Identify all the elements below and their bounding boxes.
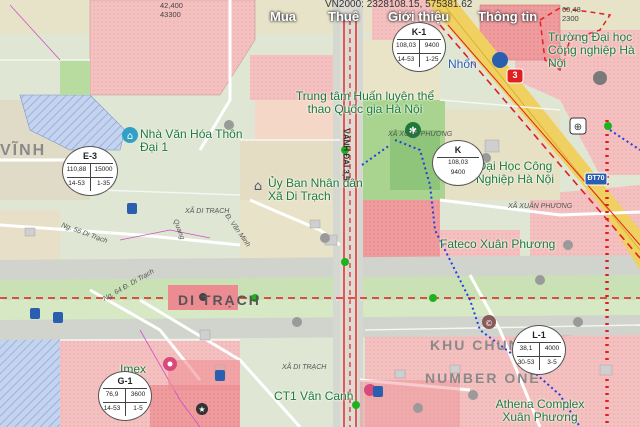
label-fateco[interactable]: Fateco Xuân Phương bbox=[440, 238, 555, 251]
svg-text:★: ★ bbox=[198, 405, 205, 414]
plot-population: 9400 bbox=[450, 169, 466, 176]
top-navigation: Mua Thuê Giới thiệu Thông tin bbox=[0, 0, 640, 34]
plot-label-g-1[interactable]: G-1 76,9 3600 14-53 1-5 bbox=[98, 371, 152, 421]
plot-population: 4000 bbox=[544, 345, 560, 352]
plot-ratio: 1-25 bbox=[425, 56, 439, 63]
plot-label-k[interactable]: K 108,03 9400 bbox=[432, 140, 484, 186]
nav-mua[interactable]: Mua bbox=[270, 9, 296, 24]
ring-road-highlight bbox=[340, 0, 358, 427]
building-icon[interactable]: ⌂ bbox=[122, 127, 138, 143]
plot-id: K-1 bbox=[411, 27, 427, 37]
label-ward-1: XÃ XUÂN PHƯƠNG bbox=[388, 131, 453, 138]
label-xa-di-trach-1: XÃ DI TRẠCH bbox=[185, 208, 230, 215]
plot-height: 14-53 bbox=[103, 405, 121, 412]
svg-text:⌂: ⌂ bbox=[127, 131, 133, 142]
nav-thue[interactable]: Thuê bbox=[328, 9, 359, 24]
label-vinh: VĨNH bbox=[0, 142, 47, 159]
svg-text:©: © bbox=[485, 319, 493, 328]
plot-population: 3600 bbox=[130, 391, 146, 398]
plot-id: L-1 bbox=[532, 330, 546, 340]
label-nhon[interactable]: Nhổn bbox=[448, 58, 477, 71]
plot-area: 38,1 bbox=[519, 345, 533, 352]
corner-label-top-left: 42,400 43300 bbox=[160, 1, 183, 19]
corner-label-line: 2300 bbox=[562, 14, 579, 23]
building-icon[interactable]: ⌂ bbox=[254, 179, 262, 194]
plot-ratio: 3-5 bbox=[547, 359, 557, 366]
corner-label-line: 60,48 bbox=[562, 5, 581, 14]
school-icon[interactable] bbox=[593, 71, 607, 85]
corner-label-top-right: 60,48 2300 bbox=[562, 5, 581, 23]
svg-text:⊕: ⊕ bbox=[574, 122, 582, 133]
coordinate-readout: VN2000: 2328108.15, 575381.62 bbox=[325, 0, 473, 10]
label-training-center[interactable]: Trung tâm Huấn luyện thể thao Quốc gia H… bbox=[290, 90, 440, 116]
plot-height: 14-53 bbox=[397, 56, 415, 63]
plot-height: 30-53 bbox=[517, 359, 535, 366]
plot-area: 108,03 bbox=[448, 159, 468, 166]
plot-ratio: 1-35 bbox=[96, 180, 110, 187]
label-university-top[interactable]: Trường Đại học Công nghiệp Hà Nội bbox=[548, 31, 640, 70]
plot-area: 108,03 bbox=[396, 42, 416, 49]
plot-id: E-3 bbox=[82, 151, 97, 161]
plot-label-l-1[interactable]: L-1 38,1 4000 30-53 3-5 bbox=[512, 325, 566, 375]
corner-label-line: 43300 bbox=[160, 10, 181, 19]
plot-ratio: 1-5 bbox=[133, 405, 143, 412]
nav-thong-tin[interactable]: Thông tin bbox=[478, 9, 537, 24]
plot-id: G-1 bbox=[117, 376, 133, 386]
label-vanh-dai: VÀNH ĐAI 3,5 bbox=[341, 128, 351, 181]
label-ct1[interactable]: CT1 Vân Canh bbox=[274, 390, 353, 403]
svg-text:⌂: ⌂ bbox=[254, 179, 262, 194]
location-pin-icon[interactable]: ★ bbox=[196, 403, 208, 415]
label-highway-dt70: ĐT70 bbox=[587, 175, 605, 182]
plot-area: 76,9 bbox=[105, 391, 119, 398]
plot-population: 15000 bbox=[94, 166, 113, 173]
location-pin-icon[interactable] bbox=[163, 357, 177, 371]
label-athena[interactable]: Athena Complex Xuân Phương bbox=[480, 398, 600, 424]
plot-population: 9400 bbox=[424, 42, 440, 49]
label-xa-di-trach-2: XÃ DI TRẠCH bbox=[282, 364, 327, 371]
label-di-trach: DI TRẠCH bbox=[178, 292, 261, 308]
label-cultural-house[interactable]: Nhà Văn Hóa Thôn Đại 1 bbox=[140, 128, 250, 154]
plot-label-e-3[interactable]: E-3 110,88 15000 14-53 1-35 bbox=[62, 146, 118, 196]
label-highway-3: 3 bbox=[512, 70, 518, 80]
label-peoples-committee[interactable]: Ủy Ban Nhân dân Xã Di Trạch bbox=[268, 177, 368, 203]
plot-label-k-1[interactable]: K-1 108,03 9400 14-53 1-25 bbox=[392, 22, 446, 72]
plot-height: 14-53 bbox=[68, 180, 85, 187]
school-icon[interactable] bbox=[492, 52, 508, 68]
corner-label-line: 42,400 bbox=[160, 1, 183, 10]
plot-area: 110,88 bbox=[66, 166, 87, 173]
label-ward-2: XÃ XUÂN PHƯƠNG bbox=[508, 203, 573, 210]
metro-station-icon[interactable]: ⊕ bbox=[569, 117, 587, 135]
label-number-one: NUMBER ONE bbox=[425, 370, 541, 386]
location-pin-icon[interactable]: © bbox=[482, 315, 496, 329]
plot-id: K bbox=[454, 145, 462, 155]
